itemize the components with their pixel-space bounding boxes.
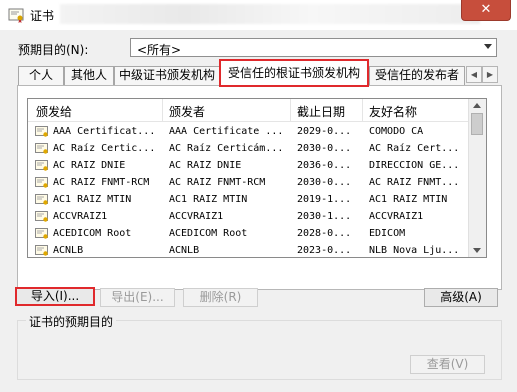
column-header-issued-to[interactable]: 颁发给 [36, 103, 72, 120]
cell-issued-by: AAA Certificate ... [169, 126, 284, 137]
certificate-icon [8, 8, 24, 23]
import-button[interactable]: 导入(I)... [15, 287, 95, 306]
scrollbar-thumb[interactable] [471, 113, 483, 135]
purpose-label: 预期目的(N): [18, 43, 89, 57]
certificate-list[interactable]: 颁发给 颁发者 截止日期 友好名称 AAA Certificat... AAA … [27, 98, 487, 258]
certificate-icon [35, 228, 48, 239]
close-button[interactable]: ✕ [461, 0, 511, 21]
export-button[interactable]: 导出(E)... [100, 288, 175, 307]
cell-issued-to: AC RAIZ DNIE [53, 160, 126, 171]
chevron-down-icon [484, 44, 492, 49]
cell-issued-by: AC RAIZ FNMT-RCM [169, 177, 266, 188]
purpose-select[interactable]: <所有> [130, 38, 497, 57]
cell-friendly-name: EDICOM [369, 228, 406, 239]
list-scrollbar[interactable] [468, 99, 486, 257]
tab-trusted-publishers[interactable]: 受信任的发布者 [369, 66, 465, 85]
table-row[interactable]: ACEDICOM Root ACEDICOM Root 2028-0... ED… [28, 226, 469, 243]
table-row[interactable]: AC RAIZ DNIE AC RAIZ DNIE 2036-0... DIRE… [28, 158, 469, 175]
cell-friendly-name: NLB Nova Lju... [369, 245, 460, 256]
cell-expiration: 2030-0... [297, 143, 352, 154]
advanced-button[interactable]: 高级(A) [424, 288, 498, 307]
table-row[interactable]: AC RAIZ FNMT-RCM AC RAIZ FNMT-RCM 2030-0… [28, 175, 469, 192]
cell-friendly-name: ACCVRAIZ1 [369, 211, 424, 222]
certificate-icon [35, 211, 48, 222]
table-row[interactable]: AAA Certificat... AAA Certificate ... 20… [28, 124, 469, 141]
title-bar: 证书 ✕ [0, 0, 517, 30]
certificate-icon [35, 177, 48, 188]
window-title: 证书 [30, 9, 55, 23]
cell-friendly-name: DIRECCION GE... [369, 160, 460, 171]
cell-expiration: 2023-0... [297, 245, 352, 256]
scroll-down-icon[interactable] [473, 248, 481, 253]
cell-expiration: 2019-1... [297, 194, 352, 205]
column-divider[interactable] [162, 99, 163, 121]
column-divider[interactable] [362, 99, 363, 121]
cell-friendly-name: COMODO CA [369, 126, 424, 137]
column-header-expiration-date[interactable]: 截止日期 [297, 103, 345, 120]
certificate-icon [35, 143, 48, 154]
cell-issued-to: ACNLB [53, 245, 84, 256]
cell-friendly-name: AC RAIZ FNMT... [369, 177, 460, 188]
column-header-friendly-name[interactable]: 友好名称 [369, 103, 417, 120]
cell-issued-by: ACNLB [169, 245, 200, 256]
tab-scroll-left-icon[interactable]: ◀ [466, 66, 482, 83]
title-bar-background [60, 4, 480, 24]
cell-expiration: 2030-1... [297, 211, 352, 222]
tab-personal[interactable]: 个人 [18, 66, 64, 85]
column-divider[interactable] [290, 99, 291, 121]
column-header-issued-by[interactable]: 颁发者 [169, 103, 205, 120]
certificate-icon [35, 126, 48, 137]
tab-intermediate-ca[interactable]: 中级证书颁发机构 [114, 66, 220, 85]
cell-issued-to: ACEDICOM Root [53, 228, 132, 239]
certificate-icon [35, 160, 48, 171]
tab-trusted-root-ca[interactable]: 受信任的根证书颁发机构 [219, 59, 369, 87]
view-button[interactable]: 查看(V) [410, 355, 485, 374]
scroll-up-icon[interactable] [473, 103, 481, 108]
cell-issued-to: ACCVRAIZ1 [53, 211, 108, 222]
cell-expiration: 2028-0... [297, 228, 352, 239]
list-header: 颁发给 颁发者 截止日期 友好名称 [28, 99, 469, 122]
cell-friendly-name: AC1 RAIZ MTIN [369, 194, 448, 205]
cell-issued-to: AC RAIZ FNMT-RCM [53, 177, 150, 188]
cell-issued-by: ACEDICOM Root [169, 228, 248, 239]
tab-other-people[interactable]: 其他人 [64, 66, 114, 85]
certificate-icon [35, 194, 48, 205]
intended-purposes-label: 证书的预期目的 [26, 313, 117, 330]
table-row[interactable]: ACCVRAIZ1 ACCVRAIZ1 2030-1... ACCVRAIZ1 [28, 209, 469, 226]
purpose-selected-value: <所有> [137, 43, 182, 57]
certificate-icon [35, 245, 48, 256]
cell-issued-to: AAA Certificat... [53, 126, 156, 137]
cell-issued-by: ACCVRAIZ1 [169, 211, 224, 222]
cell-expiration: 2029-0... [297, 126, 352, 137]
table-row[interactable]: AC1 RAIZ MTIN AC1 RAIZ MTIN 2019-1... AC… [28, 192, 469, 209]
table-row[interactable]: AC Raíz Certic... AC Raíz Certicám... 20… [28, 141, 469, 158]
tab-scroll-right-icon[interactable]: ▶ [482, 66, 498, 83]
cell-friendly-name: AC Raíz Cert... [369, 143, 460, 154]
cell-issued-to: AC1 RAIZ MTIN [53, 194, 132, 205]
remove-button[interactable]: 删除(R) [183, 288, 258, 307]
cell-expiration: 2030-0... [297, 177, 352, 188]
cell-issued-by: AC RAIZ DNIE [169, 160, 242, 171]
cell-issued-by: AC1 RAIZ MTIN [169, 194, 248, 205]
table-row[interactable]: ACNLB ACNLB 2023-0... NLB Nova Lju... [28, 243, 469, 257]
cell-issued-to: AC Raíz Certic... [53, 143, 156, 154]
cell-expiration: 2036-0... [297, 160, 352, 171]
cell-issued-by: AC Raíz Certicám... [169, 143, 284, 154]
